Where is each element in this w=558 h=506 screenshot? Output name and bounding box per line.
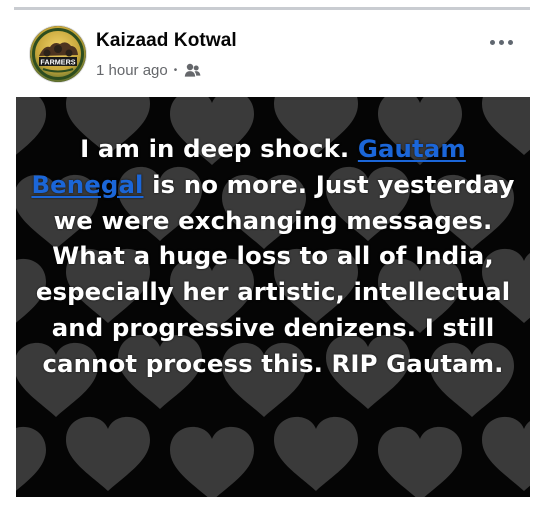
quote-text-before: I am in deep shock. bbox=[80, 134, 358, 163]
post-meta: 1 hour ago • bbox=[96, 60, 201, 80]
post-timestamp[interactable]: 1 hour ago bbox=[96, 62, 168, 79]
avatar-farmers-logo: FARMERS bbox=[30, 26, 86, 82]
meta-separator: • bbox=[173, 64, 178, 76]
top-divider bbox=[14, 7, 530, 10]
post-image[interactable]: I am in deep shock. Gautam Benegal is no… bbox=[16, 97, 530, 497]
more-dot bbox=[507, 39, 513, 45]
facebook-post-page: FARMERS Kaizaad Kotwal 1 hour ago • I am… bbox=[0, 0, 558, 506]
post-card: FARMERS Kaizaad Kotwal 1 hour ago • I am… bbox=[14, 12, 530, 500]
friends-icon-svg bbox=[185, 63, 201, 77]
avatar-logo-text: FARMERS bbox=[40, 57, 75, 66]
more-options-icon[interactable] bbox=[484, 30, 518, 54]
author-name[interactable]: Kaizaad Kotwal bbox=[96, 30, 237, 52]
author-avatar[interactable]: FARMERS bbox=[30, 26, 86, 82]
quote-text-after: is no more. Just yesterday we were excha… bbox=[35, 169, 515, 378]
post-header: FARMERS Kaizaad Kotwal 1 hour ago • bbox=[14, 12, 530, 96]
post-quote-text: I am in deep shock. Gautam Benegal is no… bbox=[30, 131, 516, 382]
more-dot bbox=[498, 39, 504, 45]
friends-icon[interactable] bbox=[184, 63, 201, 78]
more-dot bbox=[489, 39, 495, 45]
